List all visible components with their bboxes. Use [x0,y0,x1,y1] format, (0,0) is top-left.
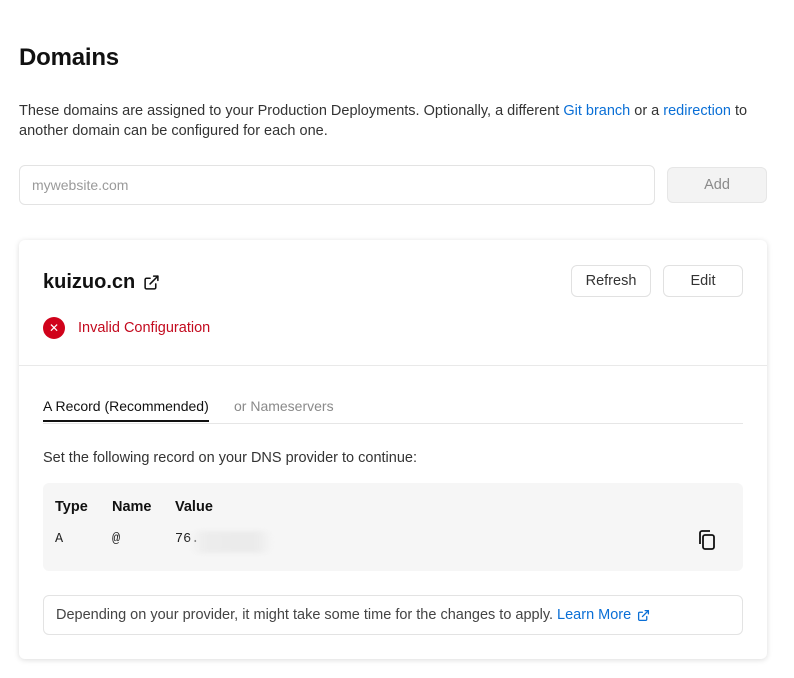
add-domain-button[interactable]: Add [667,167,767,203]
card-divider [19,365,767,366]
column-header-type: Type [55,499,88,515]
column-header-value: Value [175,499,213,515]
learn-more-label: Learn More [557,607,632,623]
page-title: Domains [19,44,119,71]
redirection-link[interactable]: redirection [663,103,731,119]
dns-record-table: Type Name Value A @ 76. [43,483,743,571]
external-link-icon [144,275,159,290]
redacted-value-mask [189,531,273,553]
tab-a-record[interactable]: A Record (Recommended) [43,397,209,422]
tab-nameservers[interactable]: or Nameservers [234,397,334,422]
git-branch-link[interactable]: Git branch [563,103,630,119]
refresh-button[interactable]: Refresh [571,265,651,297]
record-tabs: A Record (Recommended) or Nameservers [43,397,743,424]
learn-more-link[interactable]: Learn More [557,607,650,623]
error-icon: ✕ [43,317,65,339]
record-type: A [55,532,64,547]
domain-input[interactable] [19,165,655,205]
domains-description: These domains are assigned to your Produ… [19,101,769,141]
edit-button[interactable]: Edit [663,265,743,297]
status-text: Invalid Configuration [78,320,211,336]
propagation-note: Depending on your provider, it might tak… [43,595,743,635]
description-text-1: These domains are assigned to your Produ… [19,103,564,119]
external-link-icon [638,609,650,621]
domain-name: kuizuo.cn [43,271,136,293]
domain-name-link[interactable]: kuizuo.cn [43,271,160,294]
note-text: Depending on your provider, it might tak… [56,607,554,623]
description-text-2: or a [630,103,664,119]
column-header-name: Name [112,499,152,515]
copy-icon[interactable] [697,529,717,551]
dns-instruction: Set the following record on your DNS pro… [43,450,417,466]
configuration-status: ✕ Invalid Configuration [43,317,210,339]
domain-card: kuizuo.cn Refresh Edit ✕ Invalid Configu… [19,240,767,659]
record-name: @ [112,532,121,547]
